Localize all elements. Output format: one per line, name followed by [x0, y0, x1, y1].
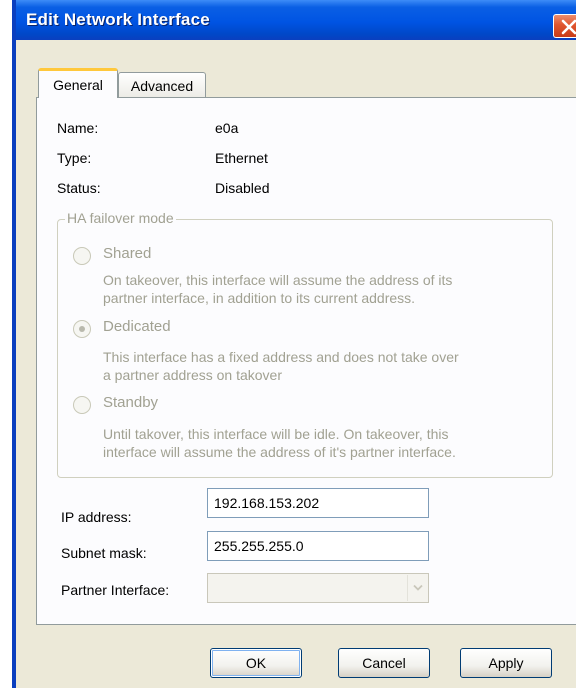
close-button[interactable] [553, 14, 576, 38]
radio-dedicated-selected-dot [79, 326, 85, 332]
close-icon [561, 19, 576, 35]
standby-desc-line1: Until takover, this interface will be id… [103, 426, 449, 442]
shared-desc-line2: partner interface, in addition to its cu… [103, 290, 416, 306]
type-value: Ethernet [215, 150, 268, 166]
radio-shared[interactable] [73, 247, 91, 265]
tab-general-label: General [53, 76, 103, 93]
title-bar[interactable]: Edit Network Interface [16, 0, 576, 40]
radio-standby[interactable] [73, 396, 91, 414]
type-label: Type: [57, 150, 92, 166]
ip-address-input[interactable]: 192.168.153.202 [207, 488, 429, 518]
apply-button[interactable]: Apply [460, 648, 552, 678]
tab-advanced-label: Advanced [130, 77, 194, 94]
name-label: Name: [57, 120, 99, 136]
ok-button[interactable]: OK [210, 648, 302, 678]
radio-dedicated[interactable] [73, 320, 91, 338]
partner-interface-dropdown-button[interactable] [407, 575, 427, 601]
dialog-window: Edit Network Interface General Advanced … [12, 0, 576, 688]
radio-dedicated-label: Dedicated [103, 318, 171, 335]
status-value: Disabled [215, 180, 270, 196]
subnet-mask-label: Subnet mask: [61, 545, 147, 561]
subnet-mask-input[interactable]: 255.255.255.0 [207, 531, 429, 561]
chevron-down-icon [413, 584, 423, 591]
dedicated-desc-line1: This interface has a fixed address and d… [103, 349, 459, 365]
tab-general[interactable]: General [38, 68, 118, 98]
standby-desc-line2: interface will assume the address of it'… [103, 444, 456, 460]
ha-failover-group-title: HA failover mode [65, 210, 176, 226]
window-title: Edit Network Interface [26, 10, 210, 29]
shared-desc-line1: On takeover, this interface will assume … [103, 272, 453, 288]
dedicated-desc-line2: a partner address on takover [103, 367, 282, 383]
partner-interface-label: Partner Interface: [61, 582, 170, 598]
radio-standby-label: Standby [103, 394, 159, 411]
cancel-button[interactable]: Cancel [338, 648, 430, 678]
status-label: Status: [57, 180, 101, 196]
partner-interface-select[interactable] [207, 573, 429, 603]
general-tab-panel: Name: e0a Type: Ethernet Status: Disable… [36, 97, 576, 625]
tab-advanced[interactable]: Advanced [118, 72, 206, 98]
radio-shared-label: Shared [103, 245, 152, 262]
ip-address-label: IP address: [61, 509, 132, 525]
name-value: e0a [215, 120, 239, 136]
